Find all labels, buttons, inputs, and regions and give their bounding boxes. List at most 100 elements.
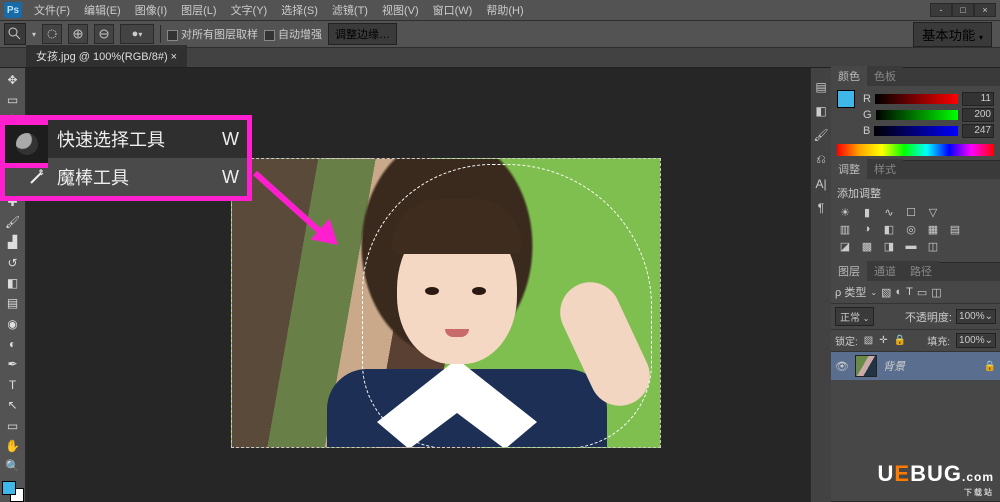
foreground-color-chip[interactable] [837, 90, 855, 108]
menu-select[interactable]: 选择(S) [275, 0, 324, 20]
clone-stamp-tool[interactable]: ▟ [2, 233, 24, 252]
color-tab[interactable]: 颜色 [831, 66, 867, 86]
hand-tool[interactable]: ✋ [2, 436, 24, 455]
path-selection-tool[interactable]: ↖ [2, 396, 24, 415]
sample-all-layers-checkbox[interactable]: 对所有图层取样 [167, 26, 258, 42]
gradient-tool[interactable]: ▤ [2, 294, 24, 313]
foreground-color-swatch[interactable] [2, 481, 16, 495]
color-swatches[interactable] [2, 481, 24, 502]
channel-mixer-icon[interactable]: ▦ [925, 222, 941, 236]
title-bar: Ps 文件(F) 编辑(E) 图像(I) 图层(L) 文字(Y) 选择(S) 滤… [0, 0, 1000, 20]
menu-image[interactable]: 图像(I) [129, 0, 173, 20]
adjustments-tab[interactable]: 调整 [831, 159, 867, 179]
maximize-button[interactable]: □ [952, 3, 974, 17]
menu-layer[interactable]: 图层(L) [175, 0, 222, 20]
character-panel-icon[interactable]: A| [815, 177, 826, 191]
opacity-value[interactable]: 100%⌄ [956, 309, 996, 324]
history-panel-icon[interactable]: ▤ [815, 80, 826, 94]
close-button[interactable]: × [974, 3, 996, 17]
menu-help[interactable]: 帮助(H) [480, 0, 529, 20]
tool-preset-picker[interactable] [4, 23, 26, 45]
posterize-icon[interactable]: ▩ [859, 239, 875, 253]
collapsed-panel-icons: ▤ ◧ 🖌 ⎌ A| ¶ [811, 68, 831, 502]
shape-tool[interactable]: ▭ [2, 416, 24, 435]
b-value[interactable]: 247 [962, 124, 994, 138]
add-to-selection-button[interactable] [68, 24, 88, 44]
black-white-icon[interactable]: ◧ [881, 222, 897, 236]
marquee-tool[interactable]: ▭ [2, 90, 24, 109]
swatches-tab[interactable]: 色板 [867, 66, 903, 86]
document-tab[interactable]: 女孩.jpg @ 100%(RGB/8#) × [26, 44, 187, 67]
filter-dropdown[interactable]: ⌄ [870, 288, 877, 297]
brushes-panel-icon[interactable]: 🖌 [813, 128, 828, 142]
menu-filter[interactable]: 滤镜(T) [326, 0, 374, 20]
new-selection-button[interactable] [42, 24, 62, 44]
color-spectrum[interactable] [837, 144, 994, 156]
zoom-tool[interactable]: 🔍 [2, 457, 24, 476]
channels-tab[interactable]: 通道 [867, 261, 903, 281]
move-tool[interactable]: ✥ [2, 70, 24, 89]
r-slider[interactable] [875, 94, 958, 104]
levels-icon[interactable]: ▮ [859, 205, 875, 219]
menu-window[interactable]: 窗口(W) [427, 0, 479, 20]
minimize-button[interactable]: ‐ [930, 3, 952, 17]
filter-smart-icon[interactable]: ◫ [931, 286, 941, 299]
history-brush-tool[interactable]: ↺ [2, 253, 24, 272]
lock-position-icon[interactable]: ✛ [879, 335, 887, 346]
layer-thumbnail[interactable] [855, 355, 877, 377]
color-balance-icon[interactable]: ◑ [859, 222, 875, 236]
styles-tab[interactable]: 样式 [867, 159, 903, 179]
selective-color-icon[interactable]: ◫ [925, 239, 941, 253]
type-tool[interactable]: T [2, 375, 24, 394]
auto-enhance-checkbox[interactable]: 自动增强 [264, 26, 322, 42]
refine-edge-button[interactable]: 调整边缘… [328, 23, 397, 45]
curves-icon[interactable]: ∿ [881, 205, 897, 219]
dropdown-arrow-icon[interactable]: ▾ [32, 30, 36, 39]
brightness-contrast-icon[interactable]: ☀ [837, 205, 853, 219]
photo-filter-icon[interactable]: ◎ [903, 222, 919, 236]
clone-source-panel-icon[interactable]: ⎌ [816, 152, 826, 167]
filter-pixel-icon[interactable]: ▧ [881, 286, 891, 299]
color-lookup-icon[interactable]: ▤ [947, 222, 963, 236]
vibrance-icon[interactable]: ▽ [925, 205, 941, 219]
dodge-tool[interactable]: ◐ [2, 334, 24, 353]
brush-tool[interactable]: 🖌 [2, 212, 24, 231]
r-value[interactable]: 11 [962, 92, 994, 106]
lock-pixels-icon[interactable]: ▧ [864, 335, 873, 346]
subtract-from-selection-button[interactable] [94, 24, 114, 44]
filter-shape-icon[interactable]: ▭ [917, 286, 927, 299]
paths-tab[interactable]: 路径 [903, 261, 939, 281]
invert-icon[interactable]: ◪ [837, 239, 853, 253]
fill-value[interactable]: 100%⌄ [956, 333, 996, 348]
lock-all-icon[interactable]: 🔒 [894, 335, 906, 346]
pen-tool[interactable]: ✒ [2, 355, 24, 374]
layer-name[interactable]: 背景 [883, 358, 905, 374]
adjustment-row-1: ☀ ▮ ∿ ☐ ▽ [837, 205, 994, 219]
menu-edit[interactable]: 编辑(E) [78, 0, 127, 20]
brush-picker[interactable]: ● ▾ [120, 24, 154, 44]
paragraph-panel-icon[interactable]: ¶ [818, 201, 824, 215]
hue-saturation-icon[interactable]: ▥ [837, 222, 853, 236]
properties-panel-icon[interactable]: ◧ [815, 104, 826, 118]
layers-tab[interactable]: 图层 [831, 261, 867, 281]
b-label: B [863, 125, 870, 137]
gradient-map-icon[interactable]: ▬ [903, 239, 919, 253]
menu-file[interactable]: 文件(F) [28, 0, 76, 20]
threshold-icon[interactable]: ◨ [881, 239, 897, 253]
b-slider[interactable] [874, 126, 958, 136]
layer-row-background[interactable]: 👁 背景 🔒 [831, 352, 1000, 380]
layer-visibility-icon[interactable]: 👁 [835, 360, 849, 373]
menu-view[interactable]: 视图(V) [376, 0, 425, 20]
filter-adjust-icon[interactable]: ◐ [895, 286, 902, 298]
opacity-label: 不透明度: [905, 309, 952, 325]
g-value[interactable]: 200 [962, 108, 994, 122]
eraser-tool[interactable]: ◧ [2, 273, 24, 292]
filter-type-icon[interactable]: T [906, 286, 913, 298]
workspace-switcher[interactable]: 基本功能 ▾ [913, 22, 992, 47]
exposure-icon[interactable]: ☐ [903, 205, 919, 219]
blend-mode-select[interactable]: 正常 ⌄ [835, 307, 874, 326]
g-slider[interactable] [876, 110, 958, 120]
menu-type[interactable]: 文字(Y) [225, 0, 274, 20]
blur-tool[interactable]: ◉ [2, 314, 24, 333]
fill-label: 填充: [927, 333, 950, 348]
